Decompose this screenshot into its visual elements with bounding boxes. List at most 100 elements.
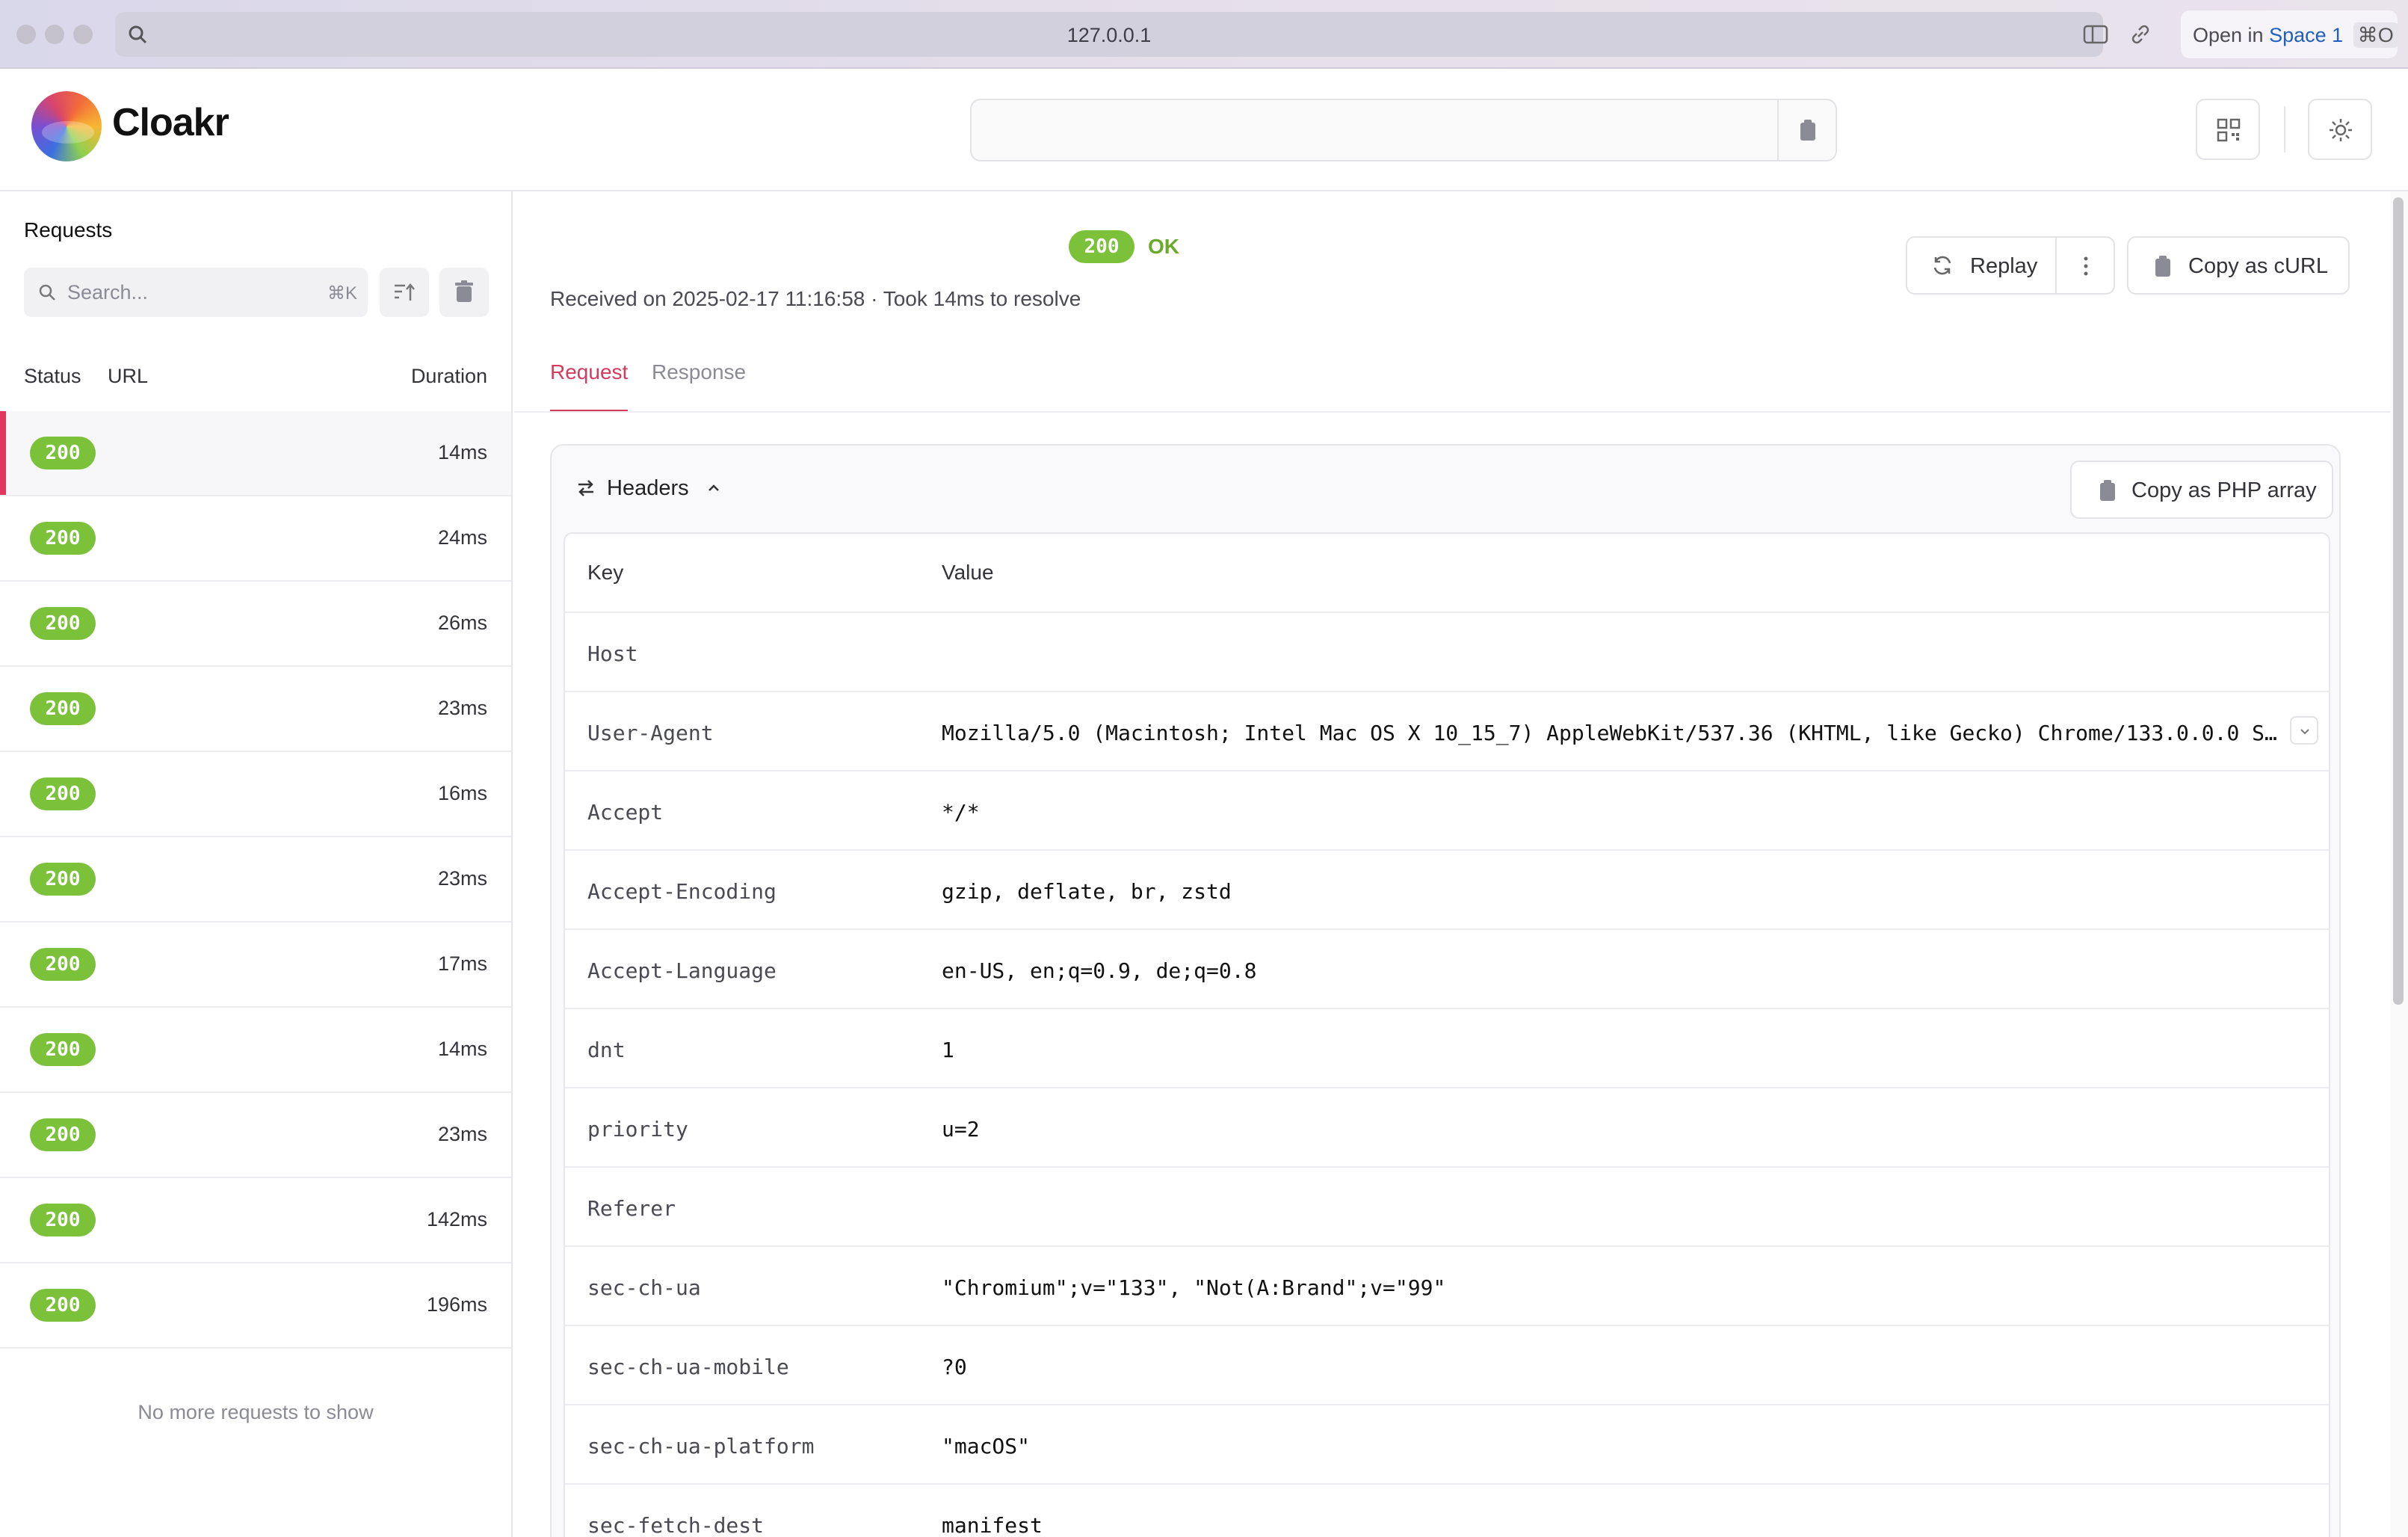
chevron-up-icon: [706, 480, 722, 496]
request-row[interactable]: 200 26ms: [0, 582, 511, 667]
request-row[interactable]: 200 14ms: [0, 411, 511, 496]
header-value: */*: [942, 800, 980, 825]
request-row[interactable]: 200 23ms: [0, 1093, 511, 1178]
table-row: Referer: [565, 1168, 2329, 1247]
clear-requests-button[interactable]: [439, 268, 489, 317]
clipboard-icon: [2097, 478, 2118, 502]
header-key: sec-ch-ua: [587, 1275, 701, 1300]
header-key: Host: [587, 641, 638, 666]
requests-search-input[interactable]: Search... ⌘K: [24, 268, 368, 317]
status-badge: 200: [30, 1033, 96, 1066]
sidebar-icon[interactable]: [2082, 22, 2108, 46]
chevron-down-icon: [2297, 724, 2312, 739]
table-row: Accept-Language en-US, en;q=0.9, de;q=0.…: [565, 930, 2329, 1009]
header-value: u=2: [942, 1117, 980, 1142]
column-status[interactable]: Status: [24, 365, 81, 388]
request-row[interactable]: 200 196ms: [0, 1263, 511, 1349]
response-status-text: OK: [1148, 235, 1179, 258]
header-value: Mozilla/5.0 (Macintosh; Intel Mac OS X 1…: [942, 721, 2279, 745]
header-key: sec-ch-ua-mobile: [587, 1355, 789, 1379]
request-row[interactable]: 200 24ms: [0, 496, 511, 582]
request-duration: 196ms: [426, 1293, 487, 1316]
copy-url-button[interactable]: [1777, 100, 1836, 160]
copy-php-label: Copy as PHP array: [2131, 478, 2317, 502]
requests-list: 200 14ms 200 24ms 200 26ms 200 23ms 200 …: [0, 411, 511, 1349]
table-row: sec-fetch-dest manifest: [565, 1485, 2329, 1537]
sort-icon: [393, 281, 416, 304]
column-duration[interactable]: Duration: [411, 365, 487, 388]
window-minimize-button[interactable]: [45, 25, 64, 44]
window-close-button[interactable]: [16, 25, 36, 44]
table-row: Accept */*: [565, 771, 2329, 851]
request-duration: 26ms: [437, 612, 487, 634]
search-placeholder: Search...: [67, 281, 149, 304]
header-key: Accept-Encoding: [587, 879, 777, 904]
status-badge: 200: [30, 692, 96, 725]
request-row[interactable]: 200 17ms: [0, 922, 511, 1008]
request-duration: 23ms: [437, 697, 487, 719]
more-options-button[interactable]: [2055, 236, 2115, 295]
tab-response[interactable]: Response: [652, 360, 746, 384]
replay-label: Replay: [1970, 254, 2038, 278]
status-badge: 200: [30, 1289, 96, 1322]
request-detail: 200 OK Received on 2025-02-17 11:16:58 ·…: [514, 191, 2390, 1537]
request-meta: Received on 2025-02-17 11:16:58 · Took 1…: [550, 287, 1081, 310]
swap-icon: [575, 478, 596, 499]
qr-code-button[interactable]: [2196, 99, 2260, 160]
request-duration: 24ms: [437, 526, 487, 549]
request-row[interactable]: 200 16ms: [0, 752, 511, 837]
copy-php-array-button[interactable]: Copy as PHP array: [2070, 461, 2333, 519]
column-url[interactable]: URL: [108, 365, 148, 388]
cloakr-logo: [31, 91, 102, 161]
more-vertical-icon: [2082, 254, 2090, 278]
app-header: Cloakr: [0, 70, 2408, 191]
window-zoom-button[interactable]: [73, 25, 93, 44]
brand-name: Cloakr: [112, 101, 229, 144]
request-row[interactable]: 200 142ms: [0, 1178, 511, 1263]
status-badge: 200: [30, 522, 96, 555]
header-key: Referer: [587, 1196, 676, 1221]
header-value: 1: [942, 1038, 954, 1062]
table-header-row: Key Value: [565, 534, 2329, 613]
sort-button[interactable]: [380, 268, 429, 317]
replay-button[interactable]: Replay: [1906, 236, 2057, 295]
theme-toggle-button[interactable]: [2308, 99, 2372, 160]
expand-value-button[interactable]: [2290, 716, 2318, 745]
header-value: en-US, en;q=0.9, de;q=0.8: [942, 958, 1257, 983]
copy-curl-button[interactable]: Copy as cURL: [2127, 236, 2350, 295]
tab-request[interactable]: Request: [550, 360, 628, 384]
open-in-space-button[interactable]: Open in Space 1 ⌘O: [2181, 10, 2398, 58]
qr-code-icon: [2217, 118, 2241, 142]
open-in-label: Open in: [2193, 24, 2264, 46]
headers-title: Headers: [607, 475, 689, 500]
request-duration: 23ms: [437, 867, 487, 890]
no-more-requests: No more requests to show: [138, 1401, 374, 1423]
request-row[interactable]: 200 23ms: [0, 667, 511, 752]
header-value: "Chromium";v="133", "Not(A:Brand";v="99": [942, 1275, 1446, 1300]
headers-toggle[interactable]: Headers: [575, 475, 722, 501]
request-row[interactable]: 200 23ms: [0, 837, 511, 922]
address-url: 127.0.0.1: [1066, 24, 1152, 46]
scrollbar-thumb[interactable]: [2393, 197, 2404, 1005]
table-row: sec-ch-ua "Chromium";v="133", "Not(A:Bra…: [565, 1247, 2329, 1326]
copy-curl-label: Copy as cURL: [2188, 254, 2328, 278]
sidebar-title: Requests: [24, 218, 113, 241]
status-badge: 200: [30, 1118, 96, 1151]
link-icon[interactable]: [2128, 22, 2152, 46]
header-divider: [2284, 106, 2285, 153]
request-row[interactable]: 200 14ms: [0, 1008, 511, 1093]
refresh-icon: [1931, 254, 1954, 277]
public-url-field[interactable]: [970, 99, 1837, 161]
status-badge: 200: [30, 437, 96, 469]
table-row: sec-ch-ua-platform "macOS": [565, 1405, 2329, 1485]
address-bar[interactable]: 127.0.0.1: [115, 12, 2149, 57]
status-badge: 200: [30, 948, 96, 981]
status-badge: 200: [30, 607, 96, 640]
request-duration: 23ms: [437, 1123, 487, 1145]
table-row: sec-ch-ua-mobile ?0: [565, 1326, 2329, 1405]
header-key: priority: [587, 1117, 688, 1142]
header-value: gzip, deflate, br, zstd: [942, 879, 1232, 904]
open-in-shortcut: ⌘O: [2353, 22, 2398, 48]
request-duration: 14ms: [437, 1038, 487, 1060]
request-duration: 16ms: [437, 782, 487, 804]
